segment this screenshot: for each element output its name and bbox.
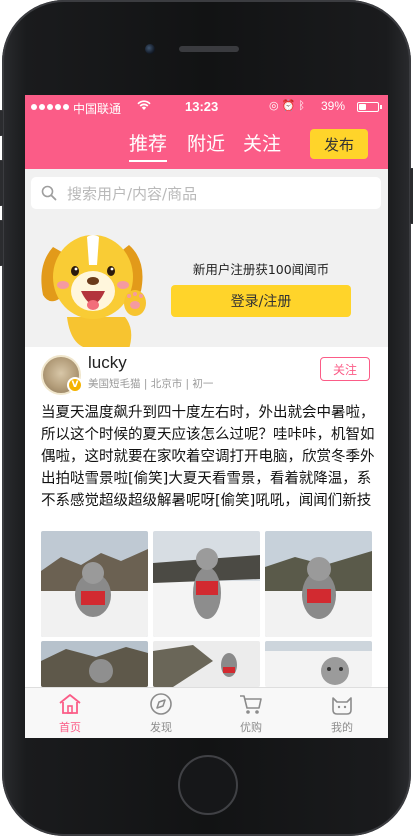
home-button[interactable] — [178, 755, 238, 815]
tab-home-label: 首页 — [59, 721, 81, 734]
bottom-tab-bar: 首页 发现 优购 我的 — [25, 687, 388, 738]
compass-icon — [150, 693, 172, 715]
login-register-button[interactable]: 登录/注册 — [171, 285, 351, 317]
post-user-meta: 美国短毛猫 | 北京市 | 初一 — [88, 378, 214, 390]
post-photo[interactable] — [153, 531, 260, 637]
battery-level — [359, 104, 367, 110]
search-bar[interactable]: 搜索用户/内容/商品 — [31, 177, 381, 209]
post-photo[interactable] — [41, 641, 148, 687]
tab-discover-label: 发现 — [150, 721, 172, 734]
tab-home[interactable]: 首页 — [40, 692, 100, 735]
signal-icon — [31, 104, 69, 110]
tab-shop[interactable]: 优购 — [221, 692, 281, 735]
front-camera — [145, 44, 155, 54]
publish-button[interactable]: 发布 — [310, 129, 368, 159]
wifi-icon — [137, 99, 151, 114]
battery-icon — [357, 102, 382, 112]
tab-following[interactable]: 关注 — [243, 129, 281, 156]
carrier-name: 中国联通 — [73, 102, 122, 116]
search-icon — [41, 185, 57, 201]
cat-profile-icon — [332, 697, 352, 715]
dog-mascot-illustration — [41, 235, 146, 349]
mute-switch — [0, 110, 3, 136]
earpiece — [179, 46, 239, 52]
tab-recommend[interactable]: 推荐 — [129, 129, 168, 162]
post-username[interactable]: lucky — [88, 353, 127, 373]
status-bar: 中国联通 13:23 ◎⏰ᛒ 39% — [25, 95, 388, 119]
follow-button[interactable]: 关注 — [320, 357, 370, 381]
post-photo[interactable] — [265, 531, 372, 637]
promo-text: 新用户注册获100闻闻币 — [192, 262, 330, 277]
top-navigation: 推荐 附近 关注 发布 — [25, 119, 388, 169]
battery-percent: 39% — [321, 99, 346, 113]
cart-icon — [240, 695, 262, 714]
volume-up-button — [0, 160, 3, 206]
status-icons: ◎⏰ᛒ — [269, 99, 308, 112]
tab-profile-label: 我的 — [331, 721, 353, 734]
post-photo[interactable] — [265, 641, 372, 687]
signup-promo: 新用户注册获100闻闻币 登录/注册 — [25, 221, 388, 349]
post-card[interactable]: V lucky 美国短毛猫 | 北京市 | 初一 关注 当夏天温度飙升到四十度左… — [25, 347, 388, 687]
volume-down-button — [0, 220, 3, 266]
search-input[interactable]: 搜索用户/内容/商品 — [67, 183, 197, 204]
bluetooth-icon: ᛒ — [298, 100, 308, 112]
rotation-lock-icon: ◎ — [269, 100, 282, 112]
post-photo[interactable] — [153, 641, 260, 687]
alarm-icon: ⏰ — [281, 100, 299, 112]
tab-profile[interactable]: 我的 — [312, 692, 372, 735]
home-icon — [59, 694, 81, 714]
tab-nearby[interactable]: 附近 — [187, 129, 225, 156]
verified-badge-icon: V — [67, 377, 83, 393]
tab-shop-label: 优购 — [240, 721, 262, 734]
app-screen: 中国联通 13:23 ◎⏰ᛒ 39% 推荐 附近 关注 发布 搜索用户/内容/商… — [25, 95, 388, 738]
post-photo[interactable] — [41, 531, 148, 637]
tab-discover[interactable]: 发现 — [131, 692, 191, 735]
post-content: 当夏天温度飙升到四十度左右时，外出就会中暑啦，所以这个时候的夏天应该怎么过呢？哇… — [41, 405, 375, 509]
clock: 13:23 — [185, 99, 219, 114]
